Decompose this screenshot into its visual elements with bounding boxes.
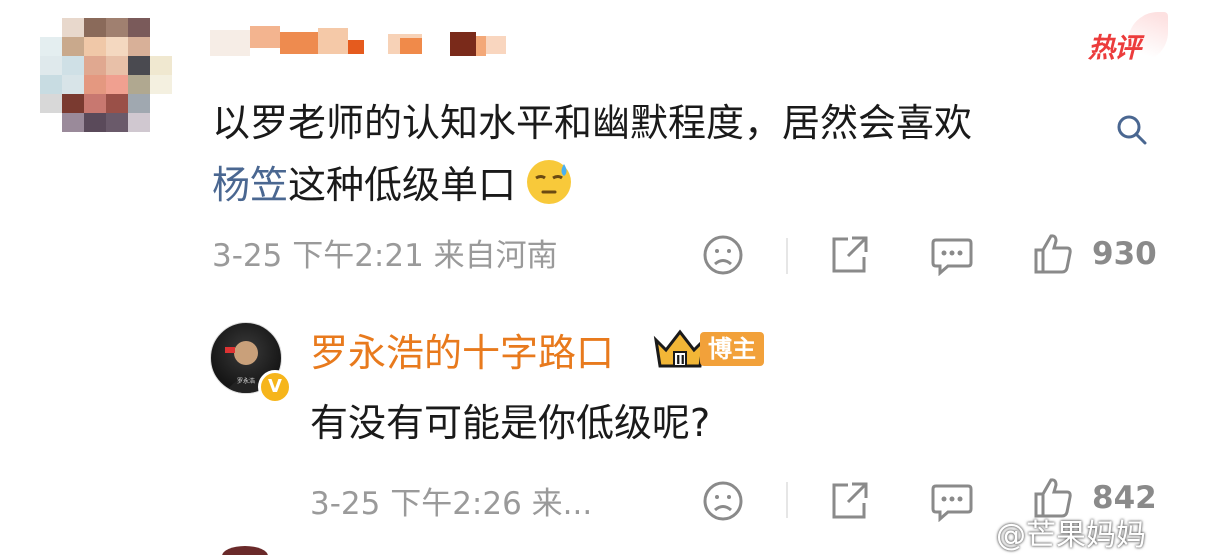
comment-text: 以罗老师的认知水平和幽默程度，居然会喜欢 (212, 92, 1147, 154)
divider (786, 238, 788, 274)
reply-author-name[interactable]: 罗永浩的十字路口 (310, 322, 614, 377)
sweat-emoji-icon (524, 156, 574, 206)
reply-meta: 3-25 下午2:26 来... (310, 486, 593, 522)
sad-face-icon[interactable] (702, 480, 744, 522)
divider (786, 482, 788, 518)
like-icon[interactable] (1032, 232, 1074, 276)
host-tag: 博主 (700, 332, 764, 366)
comment-meta: 3-25 下午2:21 来自河南 (212, 238, 558, 274)
hot-comment-badge: 热评 (1088, 33, 1141, 64)
svg-text:罗永浩: 罗永浩 (237, 377, 255, 385)
sad-face-icon[interactable] (702, 234, 744, 276)
comment-thread: 热评 以罗老师的认知水平和幽默程度，居然会喜欢 杨笠这种低级单口 3-25 下午… (0, 0, 1206, 555)
verified-badge-icon: V (258, 370, 292, 404)
svg-text:II: II (676, 353, 685, 367)
commenter-avatar[interactable] (40, 18, 172, 132)
mention-link[interactable]: 杨笠 (212, 163, 288, 207)
reply-text: 有没有可能是你低级呢? (310, 401, 711, 445)
like-count: 930 (1092, 236, 1157, 272)
next-avatar-peek (222, 546, 268, 555)
share-icon[interactable] (828, 480, 870, 522)
commenter-name-redacted[interactable] (210, 18, 510, 62)
watermark: @芒果妈妈 (996, 518, 1146, 553)
comment-icon[interactable] (930, 482, 974, 522)
comment-icon[interactable] (930, 236, 974, 276)
comment-text-line1: 以罗老师的认知水平和幽默程度，居然会喜欢 (212, 101, 973, 145)
share-icon[interactable] (828, 234, 870, 276)
comment-text-rest: 这种低级单口 (288, 163, 517, 207)
search-icon[interactable] (1114, 104, 1150, 145)
comment-text-line2: 杨笠这种低级单口 (212, 154, 574, 216)
